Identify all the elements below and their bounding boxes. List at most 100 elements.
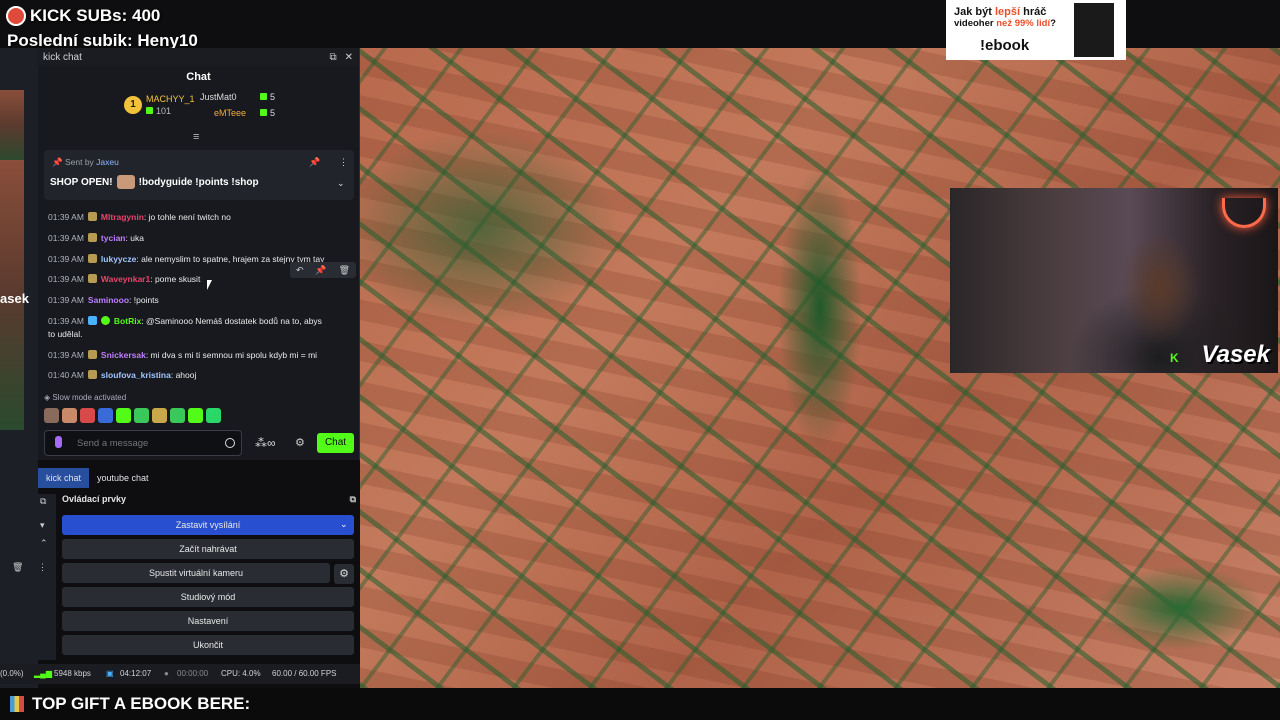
popout-icon[interactable]: ⧉ — [329, 52, 336, 63]
mouse-cursor-icon — [207, 280, 212, 290]
neon-logo-icon — [1222, 198, 1266, 228]
record-icon: ● — [164, 669, 169, 678]
chat-username[interactable]: lukyycze — [101, 254, 136, 264]
studio-mode-button[interactable]: Studiový mód — [62, 587, 354, 607]
chat-settings-gear-icon[interactable]: ⚙ — [295, 436, 305, 449]
chat-username[interactable]: Snickersak — [101, 350, 146, 360]
stepper-icon[interactable]: ⌃ — [40, 538, 48, 549]
pin-message-icon[interactable]: 📌 — [315, 265, 326, 276]
pinned-message: 📌 Sent by Jaxeu 📌 ⋮ SHOP OPEN! !bodyguid… — [44, 150, 354, 200]
chat-username[interactable]: BotRix — [114, 316, 141, 326]
ad-command: !ebook — [980, 37, 1030, 54]
ebook-cover-image — [1074, 3, 1114, 57]
gem-icon — [260, 93, 267, 100]
verified-icon — [100, 316, 110, 325]
streamer-name: Vasek — [1201, 341, 1270, 368]
controls-panel-title: Ovládací prvky ⧉ — [62, 494, 356, 505]
settings-button[interactable]: Nastavení — [62, 611, 354, 631]
kick-subs-text: KICK SUBs: 400 — [30, 6, 161, 25]
virtual-camera-gear-icon[interactable]: ⚙ — [334, 564, 354, 584]
close-icon[interactable]: ✕ — [345, 52, 353, 63]
reply-icon[interactable]: ↶ — [296, 265, 304, 276]
gem-icon — [146, 107, 153, 114]
leader-count: 5 — [260, 108, 275, 118]
expand-icon[interactable]: ≡ — [193, 131, 199, 143]
ebook-ad: Jak být lepší hráč videoher než 99% lidí… — [946, 0, 1126, 60]
more-options-icon[interactable]: ⋮ — [339, 157, 348, 168]
emote-bar — [44, 408, 221, 423]
delete-icon[interactable]: 🗑 — [339, 265, 350, 276]
emote-icon[interactable] — [98, 408, 113, 423]
emote-icon[interactable] — [188, 408, 203, 423]
start-virtual-camera-button[interactable]: Spustit virtuální kameru — [62, 563, 330, 583]
popout-icon[interactable]: ⧉ — [40, 496, 46, 507]
gift-icon — [10, 696, 24, 712]
pinned-text: SHOP OPEN! !bodyguide !points !shop — [50, 175, 259, 189]
leader-name[interactable]: MACHYY_1 — [146, 94, 195, 104]
chat-message: 01:39 AM Snickersak: mi dva s mi ti semno… — [48, 350, 318, 360]
chat-username[interactable]: Saminooo — [88, 295, 129, 305]
emote-icon[interactable] — [152, 408, 167, 423]
emote-icon[interactable] — [206, 408, 221, 423]
leader-count: 101 — [146, 106, 171, 116]
chat-username[interactable]: Mltragynin — [101, 212, 144, 222]
dropped-frames: (0.0%) — [0, 669, 24, 678]
send-message-input[interactable] — [44, 430, 242, 456]
sub-badge-icon — [87, 212, 97, 221]
pinned-sent-by: 📌 Sent by Jaxeu — [52, 157, 119, 167]
emote-icon[interactable] — [116, 408, 131, 423]
bitrate: 5948 kbps — [54, 669, 91, 678]
sub-badge-icon — [87, 370, 97, 379]
chevron-down-icon[interactable]: ⌄ — [340, 519, 348, 530]
sub-badge-icon — [87, 274, 97, 283]
chat-message-continued: to udělal. — [48, 329, 83, 339]
mic-icon[interactable] — [55, 436, 62, 448]
signal-icon: ▂▄▆ — [34, 669, 52, 678]
chat-message: 01:39 AM lukyycze: ale nemyslim to spatne… — [48, 254, 325, 264]
sub-badge-icon — [87, 233, 97, 242]
emote-icon[interactable] — [62, 408, 77, 423]
streamer-avatar-icon — [6, 6, 26, 26]
obs-left-controls: ⧉ ▾ ⌃ 🗑 ⋮ — [0, 494, 56, 660]
chat-username[interactable]: Waveynkar1 — [101, 274, 150, 284]
exit-button[interactable]: Ukončit — [62, 635, 354, 655]
pinned-user[interactable]: Jaxeu — [96, 157, 119, 167]
leaderboard: 1 MACHYY_1 101 JustMat0 5 eMTeee 5 ≡ — [38, 88, 359, 143]
banner-text: TOP GIFT A EBOOK BERE: — [32, 694, 251, 713]
cpu-usage: CPU: 4.0% — [221, 669, 261, 678]
sub-badge-icon — [87, 254, 97, 263]
pin-icon: 📌 — [52, 157, 63, 167]
emote-icon[interactable] — [170, 408, 185, 423]
webcam-feed: K Vasek — [950, 188, 1278, 373]
leader-name[interactable]: eMTeee — [214, 108, 246, 118]
preview-streamer-label: asek — [0, 291, 29, 306]
chat-username[interactable]: tycian — [101, 233, 126, 243]
emote-icon[interactable] — [44, 408, 59, 423]
popout-icon[interactable]: ⧉ — [350, 494, 356, 505]
dock-title: kick chat — [43, 51, 82, 63]
chat-send-button[interactable]: Chat — [317, 433, 354, 453]
slow-mode-notice: ◈ Slow mode activated — [44, 393, 127, 402]
emote-icon[interactable] — [134, 408, 149, 423]
trash-icon[interactable]: 🗑 — [12, 562, 23, 573]
preview-thumbnail — [0, 90, 24, 162]
start-recording-button[interactable]: Začít nahrávat — [62, 539, 354, 559]
leader-count: 5 — [260, 92, 275, 102]
dropdown-arrow-icon[interactable]: ▾ — [40, 520, 45, 531]
channel-points-icon[interactable]: ⁂∞ — [255, 436, 276, 450]
ad-subheadline: videoher než 99% lidí? — [954, 18, 1056, 29]
unpin-icon[interactable]: 📌 — [309, 157, 320, 168]
emoji-picker-icon[interactable] — [225, 438, 235, 448]
tab-youtube-chat[interactable]: youtube chat — [89, 468, 157, 488]
obs-status-bar: (0.0%) ▂▄▆ 5948 kbps ▣ 04:12:07 ● 00:00:… — [0, 664, 360, 684]
emote-icon[interactable] — [80, 408, 95, 423]
leader-name[interactable]: JustMat0 — [200, 92, 237, 102]
chevron-down-icon[interactable]: ⌄ — [337, 178, 345, 189]
more-options-icon[interactable]: ⋮ — [38, 562, 47, 573]
chat-username[interactable]: sloufova_kristina — [101, 370, 171, 380]
chat-message: 01:39 AM tycian: uka — [48, 233, 144, 243]
rank-badge: 1 — [124, 96, 142, 114]
stop-streaming-button[interactable]: Zastavit vysílání — [62, 515, 354, 535]
chat-message: 01:39 AM Waveynkar1: pome skusit — [48, 274, 201, 284]
tab-kick-chat[interactable]: kick chat — [38, 468, 90, 488]
